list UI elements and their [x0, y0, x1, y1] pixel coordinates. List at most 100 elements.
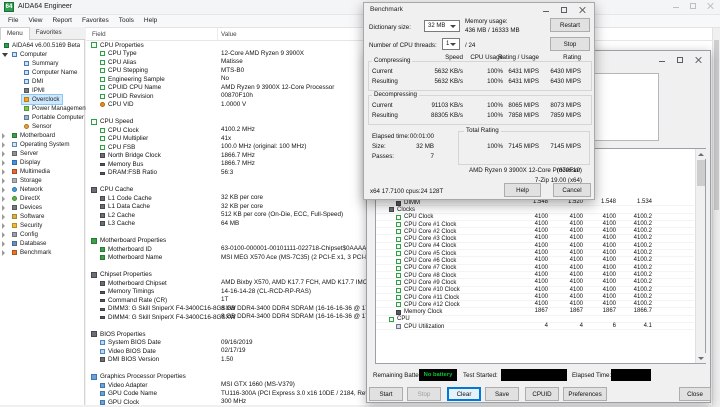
cpu-threads-select[interactable]: 1	[442, 38, 460, 50]
tree-item-config[interactable]: Config	[0, 230, 85, 239]
sensor-row-cpu-core-3-clock[interactable]: CPU Core #3 Clock 4100 4100 4100 4100.2	[376, 235, 694, 242]
menu-item-report[interactable]: Report	[47, 15, 77, 27]
tree-item-sensor[interactable]: Sensor	[0, 122, 85, 131]
sidebar-tab-menu[interactable]: Menu	[0, 27, 30, 40]
menu-item-tools[interactable]: Tools	[114, 15, 139, 27]
chevron-right-icon[interactable]	[2, 250, 10, 256]
chevron-right-icon[interactable]	[2, 232, 10, 238]
tree-item-motherboard[interactable]: Motherboard	[0, 131, 85, 140]
sensor-row-cpu-core-4-clock[interactable]: CPU Core #4 Clock 4100 4100 4100 4100.2	[376, 243, 694, 250]
tree-item-label: Motherboard	[20, 132, 56, 139]
tree-item-summary[interactable]: Summary	[0, 59, 85, 68]
chevron-right-icon[interactable]	[2, 133, 10, 139]
tree-item-display[interactable]: Display	[0, 158, 85, 167]
dictionary-size-select[interactable]: 32 MB	[424, 20, 460, 32]
close-icon[interactable]	[574, 5, 590, 16]
chevron-right-icon[interactable]	[2, 187, 10, 193]
maximize-icon[interactable]	[672, 55, 688, 66]
tree-item-power-management[interactable]: Power Management	[0, 104, 87, 113]
restart-button[interactable]: Restart	[550, 18, 590, 32]
sensor-row-cpu-core-7-clock[interactable]: CPU Core #7 Clock 4100 4100 4100 4100.2	[376, 265, 694, 272]
sensor-row-cpu-core-9-clock[interactable]: CPU Core #9 Clock 4100 4100 4100 4100.2	[376, 279, 694, 286]
close-icon[interactable]	[690, 55, 706, 66]
stop-button[interactable]: Stop	[407, 387, 441, 401]
tree-item-network[interactable]: Network	[0, 185, 85, 194]
sensor-row-memory-clock[interactable]: Memory Clock 1867 1867 1867 1866.7	[376, 308, 694, 316]
tree-item-computer-name[interactable]: Computer Name	[0, 68, 85, 77]
column-separator[interactable]	[217, 28, 218, 41]
chevron-right-icon[interactable]	[2, 160, 10, 166]
main-titlebar[interactable]: 64 AIDA64 Engineer	[0, 0, 720, 15]
sensor-row-cpu-core-11-clock[interactable]: CPU Core #11 Clock 4100 4100 4100 4100.2	[376, 294, 694, 301]
field-column-header[interactable]: Field	[92, 31, 106, 38]
chevron-right-icon[interactable]	[2, 223, 10, 229]
tree-item-overclock[interactable]: Overclock	[0, 94, 85, 105]
scroll-down-icon[interactable]	[696, 353, 706, 363]
tree-item-benchmark[interactable]: Benchmark	[0, 248, 85, 257]
tree-item-server[interactable]: Server	[0, 149, 85, 158]
scroll-up-icon[interactable]	[696, 149, 706, 159]
menu-item-view[interactable]: View	[23, 15, 47, 27]
close-button[interactable]: Close	[679, 387, 711, 401]
chevron-right-icon[interactable]	[2, 151, 10, 157]
value-column-header[interactable]: Value	[221, 31, 237, 38]
sensor-row-cpu-core-2-clock[interactable]: CPU Core #2 Clock 4100 4100 4100 4100.2	[376, 228, 694, 235]
preferences-button[interactable]: Preferences	[563, 387, 607, 401]
sensor-row-cpu-core-8-clock[interactable]: CPU Core #8 Clock 4100 4100 4100 4100.2	[376, 272, 694, 279]
sensor-row-cpu-core-6-clock[interactable]: CPU Core #6 Clock 4100 4100 4100 4100.2	[376, 257, 694, 264]
tree-item-computer[interactable]: Computer	[0, 50, 85, 59]
monitor-blue-icon	[24, 70, 29, 75]
sensor-row-cpu-core-12-clock[interactable]: CPU Core #12 Clock 4100 4100 4100 4100.2	[376, 301, 694, 308]
menu-item-help[interactable]: Help	[139, 15, 162, 27]
sensor-scrollbar[interactable]	[695, 149, 706, 363]
tree-item-devices[interactable]: Devices	[0, 203, 85, 212]
sensor-row-clocks[interactable]: Clocks	[376, 206, 694, 213]
chevron-right-icon[interactable]	[2, 142, 10, 148]
minimize-icon[interactable]	[538, 5, 554, 16]
tree-item-portable-computer[interactable]: Portable Computer	[0, 113, 85, 122]
sensor-row-dimm[interactable]: DIMM 1.548 1.520 1.548 1.534	[376, 199, 694, 206]
menu-item-favorites[interactable]: Favorites	[77, 15, 114, 27]
tree-item-database[interactable]: Database	[0, 239, 85, 248]
sensor-row-cpu-utilization[interactable]: CPU Utilization 4 4 6 4.1	[376, 323, 694, 330]
clear-button[interactable]: Clear	[447, 387, 481, 401]
tree-item-directx[interactable]: DirectX	[0, 194, 85, 203]
tree-item-multimedia[interactable]: Multimedia	[0, 167, 85, 176]
cpuid-button[interactable]: CPUID	[525, 387, 559, 401]
sensor-row-cpu-core-1-clock[interactable]: CPU Core #1 Clock 4100 4100 4100 4100.2	[376, 221, 694, 228]
main-list-scrollbar[interactable]	[712, 28, 719, 405]
sensor-value: 4100	[569, 242, 583, 249]
chevron-right-icon[interactable]	[2, 241, 10, 247]
start-button[interactable]: Start	[369, 387, 403, 401]
sidebar-tab-favorites[interactable]: Favorites	[30, 27, 68, 40]
tree-item-storage[interactable]: Storage	[0, 176, 85, 185]
tree-item-software[interactable]: Software	[0, 212, 85, 221]
chevron-right-icon[interactable]	[2, 205, 10, 211]
minimize-icon[interactable]	[654, 55, 670, 66]
chevron-right-icon[interactable]	[2, 169, 10, 175]
tree-item-operating-system[interactable]: Operating System	[0, 140, 85, 149]
sensor-row-cpu-core-5-clock[interactable]: CPU Core #5 Clock 4100 4100 4100 4100.2	[376, 250, 694, 257]
sensor-row-cpu[interactable]: CPU	[376, 316, 694, 323]
tree-item-dmi[interactable]: DMI	[0, 77, 85, 86]
menu-item-file[interactable]: File	[3, 15, 23, 27]
chevron-right-icon[interactable]	[2, 196, 10, 202]
stop-button[interactable]: Stop	[550, 37, 590, 51]
tree-item-security[interactable]: Security	[0, 221, 85, 230]
chevron-down-icon[interactable]	[2, 53, 10, 57]
maximize-icon[interactable]	[556, 5, 572, 16]
sensor-row-cpu-core-10-clock[interactable]: CPU Core #10 Clock 4100 4100 4100 4100.2	[376, 287, 694, 294]
save-button[interactable]: Save	[485, 387, 519, 401]
maximize-icon[interactable]	[685, 1, 701, 12]
tree-item-aida64-v6-00-5169-beta[interactable]: AIDA64 v6.00.5169 Beta	[0, 41, 85, 50]
close-icon[interactable]	[702, 1, 718, 12]
minimize-icon[interactable]	[668, 1, 684, 12]
scrollbar-thumb[interactable]	[714, 40, 719, 210]
tree-item-ipmi[interactable]: IPMI	[0, 86, 85, 95]
chevron-right-icon[interactable]	[2, 214, 10, 220]
cancel-button[interactable]: Cancel	[553, 183, 591, 197]
scrollbar-thumb[interactable]	[697, 160, 705, 186]
sensor-row-cpu-clock[interactable]: CPU Clock 4100 4100 4100 4100.2	[376, 214, 694, 221]
chevron-right-icon[interactable]	[2, 178, 10, 184]
help-button[interactable]: Help	[504, 183, 541, 197]
